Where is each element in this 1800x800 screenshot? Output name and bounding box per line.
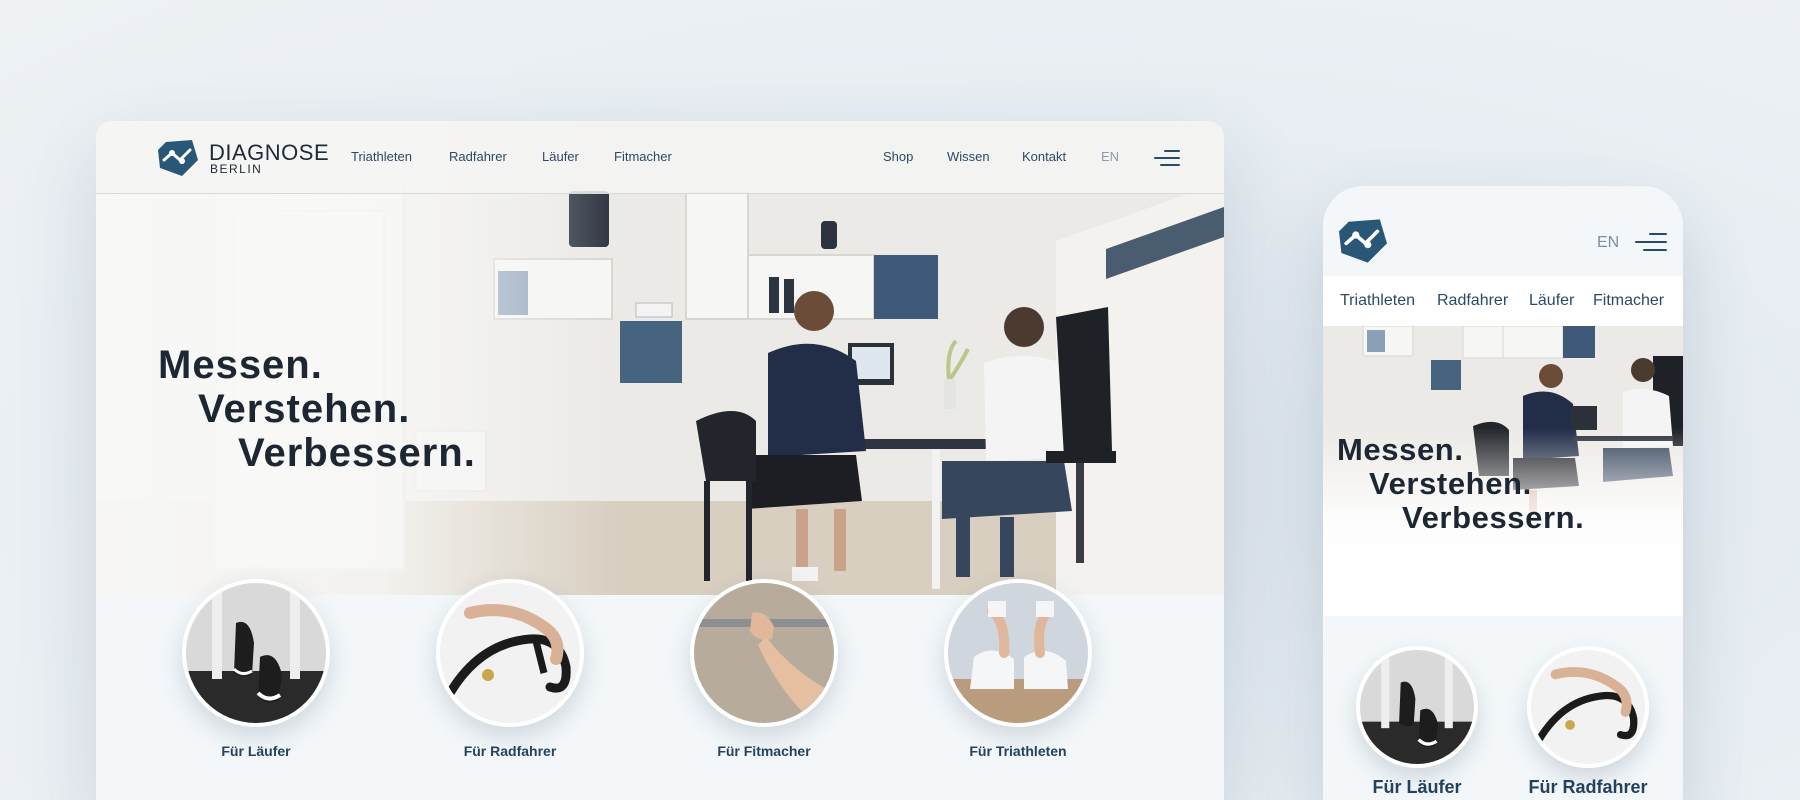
barbell-grip-photo[interactable]	[690, 579, 838, 727]
mobile-category-label-radfahrer[interactable]: Für Radfahrer	[1501, 777, 1675, 798]
mobile-headline-line-3: Verbessern.	[1402, 500, 1585, 535]
bike-handlebar-photo[interactable]	[1527, 646, 1649, 768]
headline-line-1: Messen.	[158, 343, 323, 387]
runner-shoes-photo[interactable]	[182, 579, 330, 727]
mobile-nav-fitmacher[interactable]: Fitmacher	[1593, 292, 1664, 310]
category-label-radfahrer[interactable]: Für Radfahrer	[377, 743, 643, 759]
hamburger-menu-icon[interactable]	[1154, 150, 1180, 166]
mobile-nav-triathleten[interactable]: Triathleten	[1340, 292, 1415, 310]
hamburger-menu-icon[interactable]	[1635, 233, 1667, 253]
headline-line-2: Verstehen.	[198, 387, 411, 431]
mobile-header: EN	[1323, 186, 1683, 276]
desktop-header: DIAGNOSE BERLIN Triathleten Radfahrer Lä…	[96, 121, 1224, 194]
mobile-language-switch[interactable]: EN	[1597, 234, 1619, 252]
mobile-headline-line-1: Messen.	[1337, 432, 1464, 467]
headline-line-3: Verbessern.	[238, 431, 476, 475]
language-switch[interactable]: EN	[1101, 149, 1119, 164]
mobile-nav-radfahrer[interactable]: Radfahrer	[1437, 292, 1508, 310]
nav-link-shop[interactable]: Shop	[883, 149, 913, 164]
nav-link-laeufer[interactable]: Läufer	[542, 149, 579, 164]
mobile-category-label-laeufer[interactable]: Für Läufer	[1330, 777, 1504, 798]
mobile-headline-line-2: Verstehen.	[1369, 466, 1532, 501]
nav-link-kontakt[interactable]: Kontakt	[1022, 149, 1066, 164]
nav-link-radfahrer[interactable]: Radfahrer	[449, 149, 507, 164]
category-label-laeufer[interactable]: Für Läufer	[123, 743, 389, 759]
category-label-triathleten[interactable]: Für Triathleten	[885, 743, 1151, 759]
diagnose-logo-icon[interactable]	[158, 138, 198, 178]
mobile-mockup: EN Triathleten Radfahrer Läufer Fitmache…	[1323, 186, 1683, 800]
desktop-mockup: DIAGNOSE BERLIN Triathleten Radfahrer Lä…	[96, 121, 1224, 800]
nav-link-fitmacher[interactable]: Fitmacher	[614, 149, 672, 164]
tying-shoes-photo[interactable]	[944, 579, 1092, 727]
mobile-nav: Triathleten Radfahrer Läufer Fitmacher	[1323, 276, 1683, 326]
bike-handlebar-photo[interactable]	[436, 579, 584, 727]
nav-link-triathleten[interactable]: Triathleten	[351, 149, 412, 164]
category-label-fitmacher[interactable]: Für Fitmacher	[631, 743, 897, 759]
brand-city[interactable]: BERLIN	[210, 162, 262, 176]
nav-link-wissen[interactable]: Wissen	[947, 149, 990, 164]
diagnose-logo-icon[interactable]	[1339, 217, 1387, 265]
runner-shoes-photo[interactable]	[1356, 646, 1478, 768]
mobile-nav-laeufer[interactable]: Läufer	[1529, 292, 1574, 310]
